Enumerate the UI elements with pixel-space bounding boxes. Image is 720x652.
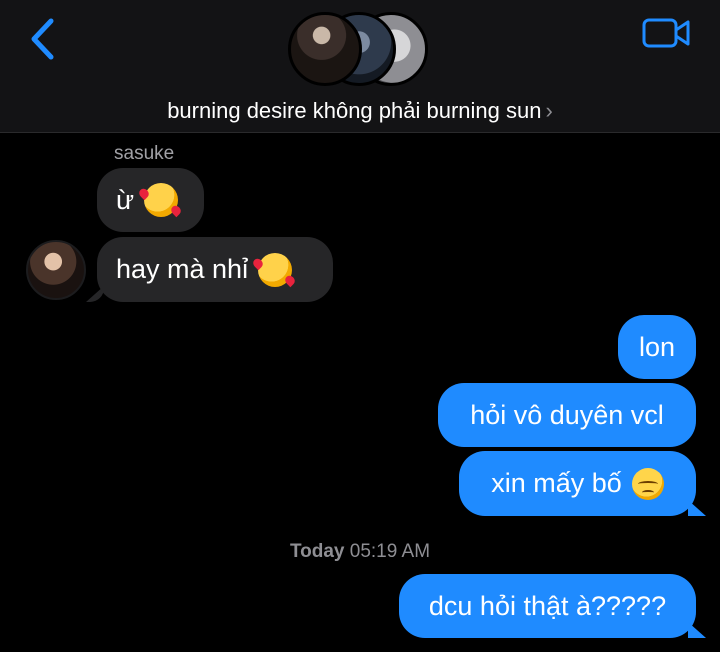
message-text: lon — [638, 331, 676, 362]
chevron-left-icon — [31, 18, 54, 60]
group-avatar-stack[interactable] — [288, 10, 433, 90]
message-text: dcu hỏi thật à????? — [428, 590, 667, 621]
message-text: hỏi vô duyên vcl — [470, 399, 664, 430]
chevron-right-icon: › — [545, 98, 553, 123]
sender-name: sasuke — [114, 143, 175, 164]
outgoing-message-bubble[interactable]: dcu hỏi thật à????? — [399, 574, 696, 638]
timestamp-day: Today — [289, 541, 345, 562]
incoming-message-bubble[interactable]: hay mà nhỉ — [97, 237, 333, 302]
bubble-tail — [688, 622, 706, 638]
outgoing-message-bubble[interactable]: hỏi vô duyên vcl — [438, 383, 696, 447]
message-timestamp: Today 05:19 AM — [0, 541, 720, 563]
outgoing-message-bubble[interactable]: lon — [618, 315, 696, 379]
incoming-message-bubble[interactable]: ừ — [97, 168, 204, 232]
avatar[interactable] — [26, 240, 86, 300]
message-text: ừ — [116, 184, 135, 215]
outgoing-message-bubble[interactable]: xin mấy bố — [459, 451, 696, 516]
smiling-face-with-hearts-icon — [258, 252, 293, 287]
group-name: burning desire không phải burning sun — [167, 98, 542, 123]
message-text: hay mà nhỉ — [116, 254, 249, 284]
video-call-button[interactable] — [642, 16, 692, 52]
smiling-face-with-hearts-icon — [144, 183, 179, 217]
pensive-face-icon — [631, 467, 664, 500]
message-text: xin mấy bố — [491, 468, 622, 498]
conversation-header: burning desire không phải burning sun › — [0, 0, 720, 133]
back-button[interactable] — [22, 16, 62, 62]
conversation-title[interactable]: burning desire không phải burning sun › — [0, 98, 720, 124]
video-camera-icon — [642, 18, 690, 48]
timestamp-time: 05:19 AM — [349, 541, 431, 562]
group-member-avatar — [288, 12, 362, 86]
